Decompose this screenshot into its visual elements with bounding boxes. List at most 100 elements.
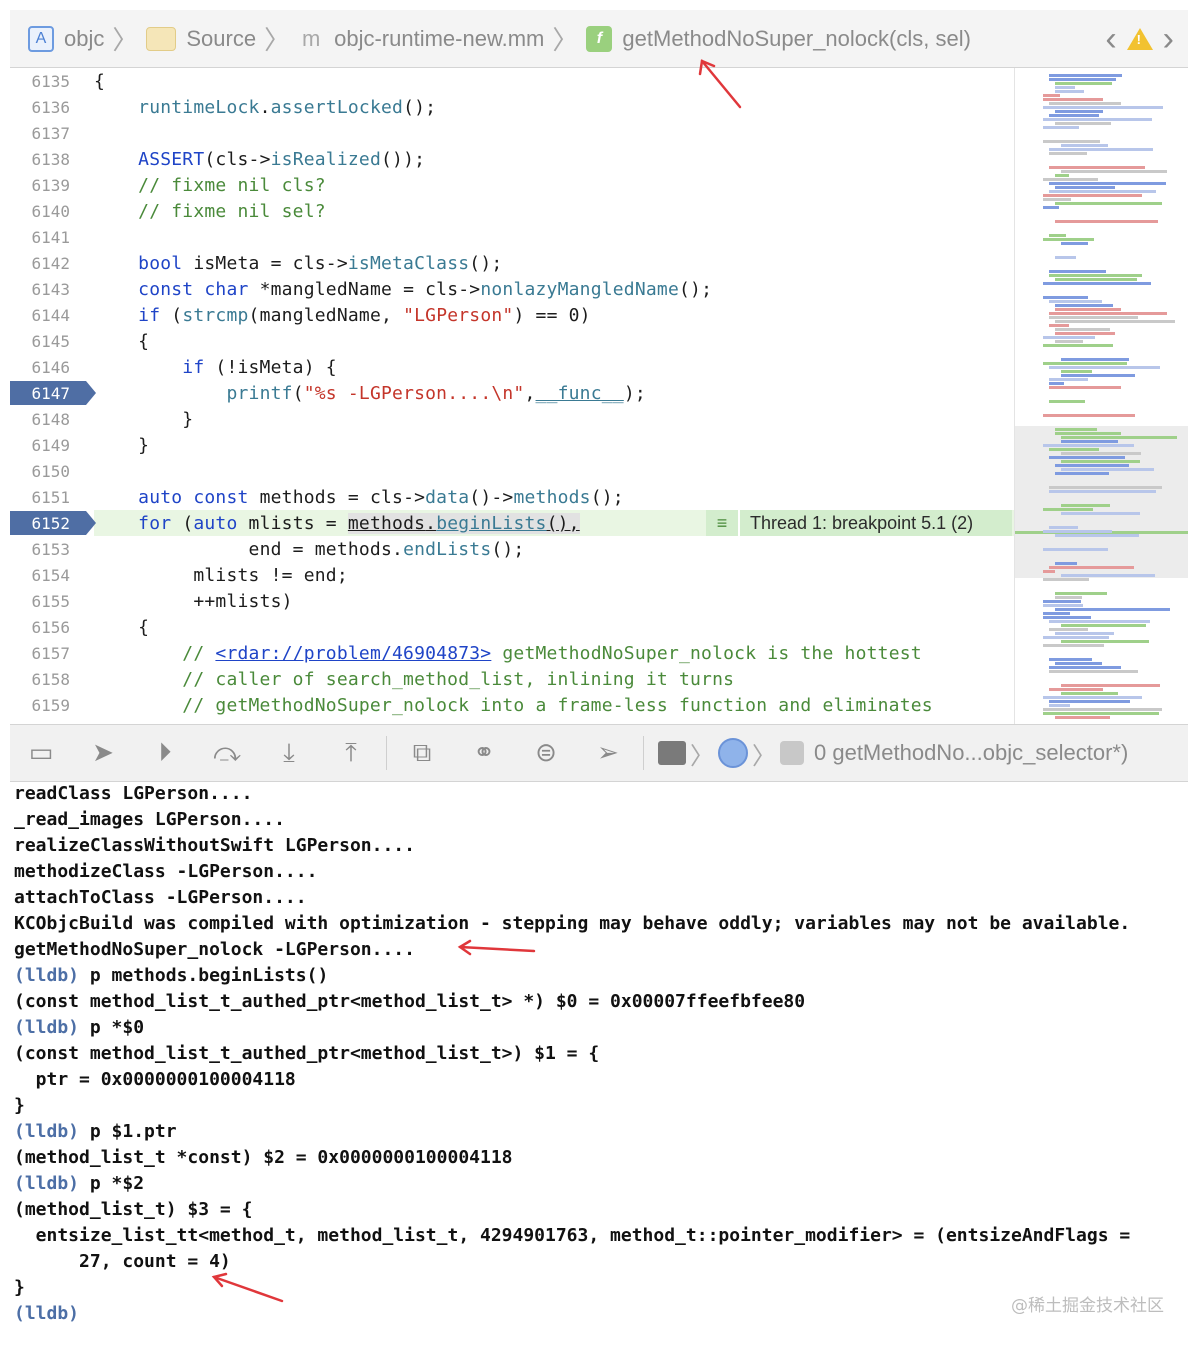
stack-frame-label[interactable]: 0 getMethodNo...objc_selector*) <box>814 740 1128 766</box>
line-number[interactable]: 6135 <box>10 72 72 91</box>
code-line: 6138 ASSERT(cls->isRealized()); <box>10 146 1014 172</box>
line-number[interactable]: 6151 <box>10 488 72 507</box>
crumb-file[interactable]: m objc-runtime-new.mm <box>298 10 544 67</box>
minimap-stroke <box>1043 636 1109 639</box>
minimap-stroke <box>1049 234 1066 237</box>
console-output-line: } <box>14 1277 25 1298</box>
step-out-button[interactable]: ⤒ <box>320 724 382 782</box>
line-number[interactable]: 6143 <box>10 280 72 299</box>
chevron-right-icon[interactable]: › <box>1163 20 1174 59</box>
line-number[interactable]: 6149 <box>10 436 72 455</box>
crumb-project[interactable]: A objc <box>28 10 104 67</box>
line-number[interactable]: 6140 <box>10 202 72 221</box>
minimap-stroke <box>1055 340 1083 343</box>
line-number[interactable]: 6158 <box>10 670 72 689</box>
minimap-stroke <box>1049 148 1153 151</box>
line-number[interactable]: 6157 <box>10 644 72 663</box>
line-number[interactable]: 6145 <box>10 332 72 351</box>
step-into-button[interactable]: ⤓ <box>258 724 320 782</box>
thread-lines-icon: ≡ <box>706 510 740 536</box>
line-number[interactable]: 6142 <box>10 254 72 273</box>
thread-status-badge[interactable]: ≡ Thread 1: breakpoint 5.1 (2) <box>706 510 1012 536</box>
line-number[interactable]: 6152 <box>10 514 72 533</box>
line-number[interactable]: 6153 <box>10 540 72 559</box>
terminal-app-icon[interactable] <box>658 741 686 765</box>
line-number[interactable]: 6155 <box>10 592 72 611</box>
minimap-stroke <box>1055 432 1121 435</box>
minimap-stroke <box>1061 640 1149 643</box>
memory-graph-button[interactable]: ⚭ <box>453 724 515 782</box>
source-editor[interactable]: 6135 { 6136 runtimeLock.assertLocked(); … <box>10 68 1014 724</box>
minimap-stroke <box>1049 566 1134 569</box>
step-over-button[interactable]: ⤼ <box>196 724 258 782</box>
console-output[interactable]: readClass LGPerson.... _read_images LGPer… <box>10 782 1188 1350</box>
minimap-stroke <box>1043 344 1113 347</box>
console-text: getMethodNoSuper_nolock -LGPerson.... <box>14 939 415 960</box>
console-command-line: (lldb) p $1.ptr <box>14 1121 177 1142</box>
minimap-stroke <box>1055 278 1137 281</box>
minimap-stroke <box>1055 716 1110 719</box>
console-output-line: ptr = 0x0000000100004118 <box>14 1069 296 1090</box>
minimap-stroke <box>1061 624 1146 627</box>
line-number[interactable]: 6139 <box>10 176 72 195</box>
minimap-stroke <box>1055 592 1107 595</box>
minimap-stroke <box>1055 534 1139 537</box>
thread-icon[interactable] <box>718 738 748 768</box>
minimap-stroke <box>1043 644 1104 647</box>
chevron-left-icon[interactable]: ‹ <box>1105 20 1116 59</box>
minimap-stroke <box>1049 312 1167 315</box>
minimap-stroke <box>1049 666 1121 669</box>
console-text: } <box>14 1095 25 1116</box>
console-text: realizeClassWithoutSwift LGPerson.... <box>14 835 415 856</box>
minimap-stroke <box>1055 202 1162 205</box>
continue-button[interactable]: ⏵ <box>134 724 196 782</box>
minimap-stroke <box>1043 178 1098 181</box>
minimap-stroke <box>1043 126 1079 129</box>
line-number[interactable]: 6154 <box>10 566 72 585</box>
warning-icon[interactable]: ! <box>1126 28 1153 50</box>
code-line: 6139 // fixme nil cls? <box>10 172 1014 198</box>
minimap-stroke <box>1061 468 1154 471</box>
line-number[interactable]: 6138 <box>10 150 72 169</box>
minimap-stroke <box>1043 206 1059 209</box>
minimap[interactable] <box>1014 68 1188 724</box>
code-line: 6157 // <rdar://problem/46904873> getMet… <box>10 640 1014 666</box>
rdar-link[interactable]: <rdar://problem/46904873> <box>215 643 491 664</box>
console-output-line: getMethodNoSuper_nolock -LGPerson.... <box>14 939 415 960</box>
line-number[interactable]: 6156 <box>10 618 72 637</box>
line-number[interactable]: 6148 <box>10 410 72 429</box>
line-number[interactable]: 6137 <box>10 124 72 143</box>
line-number[interactable]: 6147 <box>10 384 72 403</box>
code-line: 6136 runtimeLock.assertLocked(); <box>10 94 1014 120</box>
crumb-function[interactable]: f getMethodNoSuper_nolock(cls, sel) <box>586 10 971 67</box>
minimap-visible-region[interactable] <box>1015 426 1188 578</box>
view-hierarchy-button[interactable]: ⧉ <box>391 724 453 782</box>
minimap-stroke <box>1043 708 1162 711</box>
line-number[interactable]: 6159 <box>10 696 72 715</box>
line-number[interactable]: 6150 <box>10 462 72 481</box>
line-number[interactable]: 6136 <box>10 98 72 117</box>
line-number[interactable]: 6144 <box>10 306 72 325</box>
simulate-location-button[interactable]: ➢ <box>577 724 639 782</box>
view-hierarchy-icon: ⧉ <box>412 737 432 768</box>
environment-overrides-button[interactable]: ⊜ <box>515 724 577 782</box>
console-output-line: _read_images LGPerson.... <box>14 809 285 830</box>
crumb-folder[interactable]: Source <box>146 10 256 67</box>
minimap-stroke <box>1061 692 1118 695</box>
step-into-icon: ⤓ <box>283 737 295 768</box>
breakpoints-toggle-button[interactable]: ➤ <box>72 724 134 782</box>
minimap-stroke <box>1061 144 1108 147</box>
console-text: p *$2 <box>79 1173 145 1194</box>
code-text: // fixme nil cls? <box>138 174 326 196</box>
hide-debug-area-button[interactable]: ▭ <box>10 724 72 782</box>
minimap-stroke <box>1043 604 1083 607</box>
line-number[interactable]: 6141 <box>10 228 72 247</box>
line-number[interactable]: 6146 <box>10 358 72 377</box>
lldb-prompt: (lldb) <box>14 1173 80 1194</box>
code-line: 6143 const char *mangledName = cls->nonl… <box>10 276 1014 302</box>
minimap-stroke <box>1043 198 1071 201</box>
minimap-stroke <box>1043 296 1088 299</box>
minimap-stroke <box>1043 98 1103 101</box>
minimap-stroke <box>1049 704 1070 707</box>
minimap-stroke <box>1055 632 1114 635</box>
